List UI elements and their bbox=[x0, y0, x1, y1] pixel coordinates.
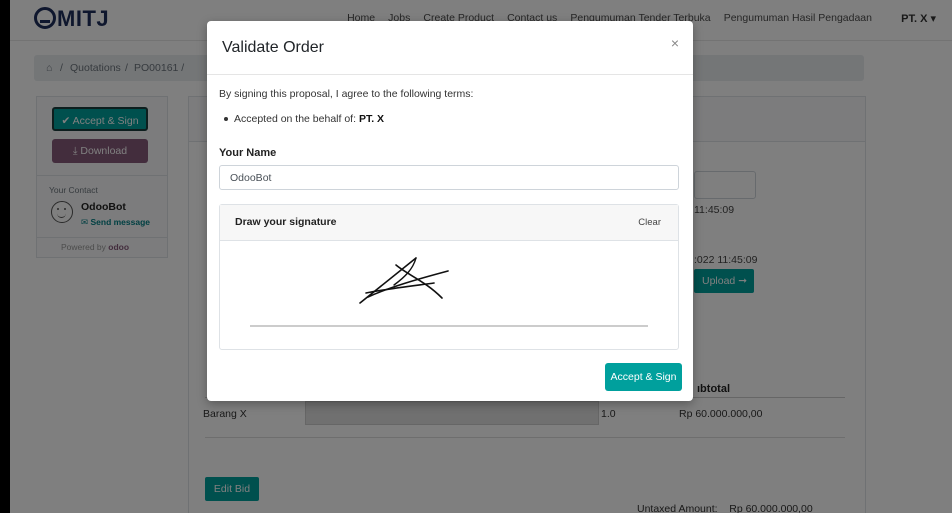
close-icon[interactable]: × bbox=[671, 35, 679, 51]
signature-title: Draw your signature bbox=[235, 216, 337, 228]
clear-button[interactable]: Clear bbox=[638, 217, 661, 228]
modal-title: Validate Order bbox=[222, 39, 324, 56]
bullet-prefix: Accepted on the behalf of: bbox=[234, 113, 359, 125]
name-label: Your Name bbox=[219, 147, 277, 159]
signature-drawing bbox=[250, 257, 648, 327]
terms-bullet: Accepted on the behalf of: PT. X bbox=[223, 113, 385, 125]
bullet-company: PT. X bbox=[358, 113, 385, 125]
name-input[interactable] bbox=[219, 165, 679, 190]
accept-sign-button[interactable]: Accept & Sign bbox=[605, 363, 682, 391]
divider bbox=[207, 74, 693, 75]
validate-order-modal: Validate Order × By signing this proposa… bbox=[207, 21, 693, 401]
signature-header: Draw your signature Clear bbox=[220, 205, 678, 241]
terms-text: By signing this proposal, I agree to the… bbox=[219, 88, 474, 100]
portal-page: MITJ Home Jobs Create Product Contact us… bbox=[10, 0, 952, 513]
signature-pad[interactable] bbox=[220, 241, 678, 349]
signature-card: Draw your signature Clear bbox=[219, 204, 679, 350]
window-edge bbox=[0, 0, 10, 513]
